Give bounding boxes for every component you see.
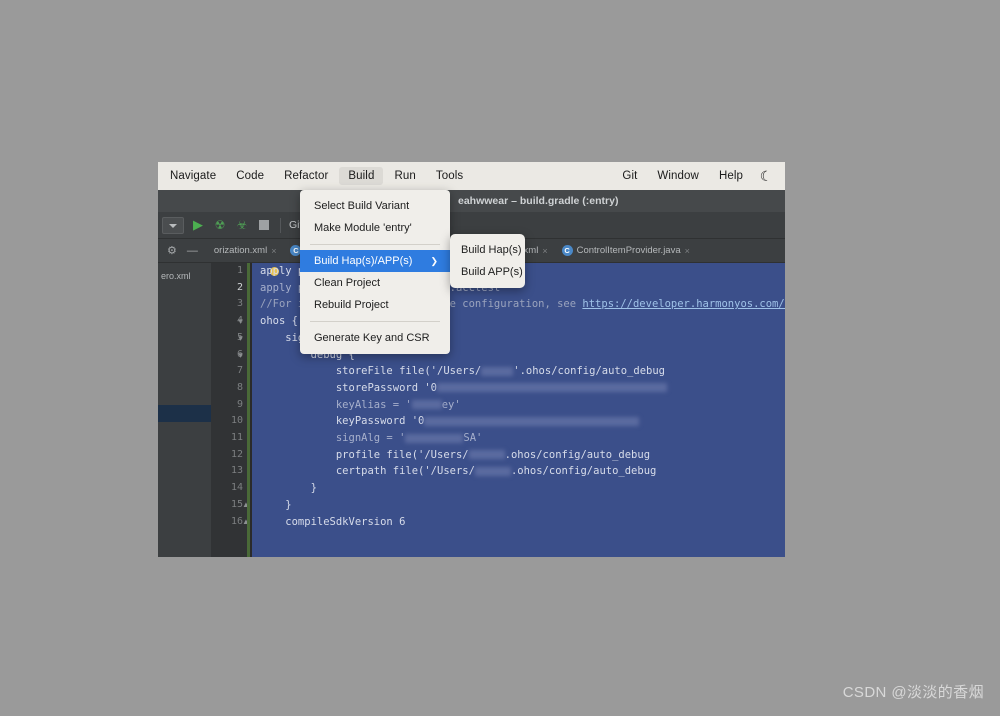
line-number: 1 [236, 265, 243, 276]
code-text: profile file('/Users/ [260, 448, 469, 461]
tab-label: orization.xml [213, 245, 268, 256]
editor-gutter: 1 2 3 4 5 6 7 8 9 10 11 12 13 14 15 16 ▾… [211, 263, 250, 557]
menu-item-generate-key-and-csr[interactable]: Generate Key and CSR [300, 327, 450, 349]
window-title-bar: eahwwear – build.gradle (:entry) [158, 190, 785, 212]
fold-marker[interactable]: ▾ [236, 347, 245, 364]
menu-refactor[interactable]: Refactor [275, 167, 337, 185]
line-number: 13 [230, 465, 243, 477]
menu-separator [310, 321, 440, 322]
build-dropdown-menu: Select Build Variant Make Module 'entry'… [300, 190, 450, 354]
code-text: keyAlias = ' [260, 398, 412, 411]
code-line: certpath file('/Users/ .ohos/config/auto_… [260, 463, 657, 480]
line-number: 12 [230, 448, 243, 460]
menu-window[interactable]: Window [648, 167, 708, 185]
profile-icon[interactable]: ☣ [234, 217, 250, 233]
code-line: keyAlias = ' ey' [260, 397, 461, 414]
menu-item-build-haps[interactable]: Build Hap(s) [450, 239, 525, 261]
menu-item-rebuild-project[interactable]: Rebuild Project [300, 294, 450, 316]
line-number: 7 [236, 365, 243, 377]
gear-icon[interactable]: ⚙ [167, 244, 177, 257]
menu-item-select-build-variant[interactable]: Select Build Variant [300, 195, 450, 217]
code-line: storePassword '0 [260, 380, 668, 397]
line-number: 3 [236, 298, 243, 310]
toolbar-divider [280, 217, 281, 233]
code-editor[interactable]: 1 2 3 4 5 6 7 8 9 10 11 12 13 14 15 16 ▾… [211, 263, 785, 557]
code-line: keyPassword '0 [260, 413, 640, 430]
menu-navigate[interactable]: Navigate [161, 167, 225, 185]
code-text: .ohos/config/auto_debug [510, 465, 657, 478]
code-line: profile file('/Users/ .ohos/config/auto_d… [260, 447, 650, 464]
code-text: storePassword '0 [260, 381, 438, 394]
java-file-icon: C [561, 245, 573, 256]
vcs-change-bar [247, 263, 250, 557]
menu-help[interactable]: Help [710, 167, 752, 185]
page-title: eahwwear – build.gradle (:entry) [458, 195, 619, 207]
code-line: signAlg = ' SA' [260, 430, 483, 447]
build-submenu: Build Hap(s) Build APP(s) [450, 234, 525, 288]
line-number: 9 [236, 398, 243, 410]
close-icon[interactable]: × [271, 246, 276, 256]
menu-separator [310, 244, 440, 245]
stop-icon[interactable] [256, 217, 272, 233]
line-number: 11 [230, 432, 243, 443]
run-icon[interactable]: ▶ [190, 217, 206, 233]
redacted-value [468, 450, 505, 460]
fold-marker[interactable]: ▾ [236, 330, 245, 347]
redacted-value [437, 383, 668, 393]
tab-bar-tools: ⚙ — [158, 244, 207, 258]
code-line: compileSdkVersion 6 [260, 515, 406, 528]
code-text: certpath file('/Users/ [260, 465, 475, 478]
menu-build[interactable]: Build [339, 167, 384, 185]
line-number: 2 [236, 281, 243, 293]
chevron-right-icon: ❯ [430, 256, 438, 266]
code-text: '.ohos/config/auto_debug [513, 365, 665, 378]
tab-control-item-provider-java[interactable]: C ControlItemProvider.java × [555, 239, 697, 262]
debug-icon[interactable]: ☢ [212, 217, 228, 233]
code-line: } [260, 482, 317, 495]
code-line: storeFile file('/Users/ '.ohos/config/aut… [260, 363, 665, 380]
ide-body: ero.xml 1 2 3 4 5 6 7 8 9 10 11 12 13 14… [158, 263, 785, 557]
redacted-value [405, 433, 464, 443]
code-text: SA' [463, 432, 483, 444]
menu-bar: Navigate Code Refactor Build Run Tools G… [158, 162, 785, 190]
code-text: storeFile file('/Users/ [260, 365, 482, 378]
ide-window: Navigate Code Refactor Build Run Tools G… [158, 162, 785, 557]
menu-item-make-module-entry[interactable]: Make Module 'entry' [300, 217, 450, 239]
watermark: CSDN @淡淡的香烟 [842, 684, 984, 701]
code-text: signAlg = ' [260, 432, 406, 444]
project-panel[interactable]: ero.xml [158, 263, 211, 557]
close-icon[interactable]: × [542, 246, 547, 256]
redacted-value [481, 366, 514, 376]
project-tree-item[interactable]: ero.xml [158, 269, 211, 283]
menu-bar-right: Git Window Help ☾ [612, 167, 785, 185]
doc-link[interactable]: https://developer.harmonyos.com/cn/do [582, 298, 785, 310]
code-line: } [260, 498, 292, 511]
redacted-value [424, 416, 640, 426]
minimize-icon[interactable]: — [187, 245, 198, 257]
menu-code[interactable]: Code [227, 167, 273, 185]
run-configuration-dropdown[interactable] [162, 216, 184, 234]
menu-item-label: Build Hap(s)/APP(s) [314, 255, 413, 267]
redacted-value [411, 400, 442, 410]
menu-tools[interactable]: Tools [427, 167, 472, 185]
line-number: 14 [230, 482, 243, 494]
menu-item-clean-project[interactable]: Clean Project [300, 272, 450, 294]
tab-label: ControlItemProvider.java [576, 245, 681, 256]
line-number: 10 [230, 415, 243, 427]
close-icon[interactable]: × [685, 246, 690, 256]
line-number: 8 [236, 381, 243, 393]
code-text: .ohos/config/auto_debug [504, 448, 651, 461]
fold-marker[interactable]: ▾ [236, 313, 245, 330]
project-tree-selected-item[interactable] [158, 405, 211, 422]
code-text: keyPassword '0 [260, 415, 425, 428]
redacted-value [474, 466, 511, 476]
menu-run[interactable]: Run [385, 167, 424, 185]
menu-item-build-haps-apps[interactable]: Build Hap(s)/APP(s) ❯ [300, 250, 450, 272]
dark-mode-moon-icon[interactable]: ☾ [753, 168, 785, 185]
code-text: ey' [441, 398, 461, 411]
tab-orization-xml[interactable]: orization.xml × [207, 239, 284, 262]
menu-git[interactable]: Git [613, 167, 646, 185]
menu-item-build-apps[interactable]: Build APP(s) [450, 261, 525, 283]
code-line: ohos { [260, 315, 298, 328]
